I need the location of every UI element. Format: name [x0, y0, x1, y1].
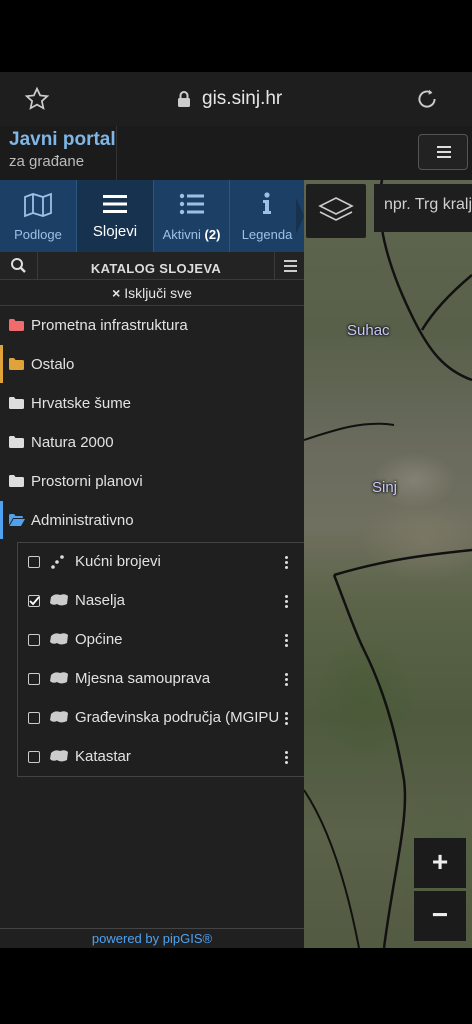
layer-mjesna-samouprava[interactable]: Mjesna samouprava	[18, 660, 305, 699]
folder-open-icon	[9, 514, 25, 526]
polygon-icon	[50, 750, 68, 762]
tab-label: Podloge	[14, 227, 62, 242]
layer-label: Kućni brojevi	[75, 553, 161, 570]
layer-label: Naselja	[75, 592, 126, 609]
folder-label: Hrvatske šume	[31, 395, 132, 412]
sidebar-collapse-arrow[interactable]	[296, 198, 304, 234]
disable-all-label: Isključi sve	[124, 285, 192, 301]
folder-hrvatske-sume[interactable]: Hrvatske šume	[0, 384, 304, 422]
folder-label: Prostorni planovi	[31, 473, 143, 490]
boundary-lines	[304, 180, 472, 948]
tab-slojevi[interactable]: Slojevi	[76, 180, 153, 252]
place-label-sinj: Sinj	[372, 479, 398, 496]
tab-label: Slojevi	[92, 223, 138, 240]
info-icon	[263, 192, 271, 214]
tab-aktivni[interactable]: Aktivni (2)	[153, 180, 229, 252]
layers-sidebar: Podloge Slojevi Aktivni (2) Legenda KATA…	[0, 180, 304, 948]
folder-icon	[9, 319, 24, 331]
folder-prometna-infrastruktura[interactable]: Prometna infrastruktura	[0, 306, 304, 344]
sidebar-tabs: Podloge Slojevi Aktivni (2) Legenda	[0, 180, 304, 259]
layer-checkbox[interactable]	[28, 751, 40, 763]
powered-by-link[interactable]: powered by pipGIS®	[0, 928, 304, 948]
polygon-icon	[50, 633, 68, 645]
list-icon	[179, 193, 204, 215]
hamburger-icon	[284, 260, 297, 262]
layer-options-icon[interactable]	[280, 672, 292, 688]
layer-kucni-brojevi[interactable]: Kućni brojevi	[18, 543, 305, 582]
layer-options-icon[interactable]	[280, 633, 292, 649]
layer-checkbox[interactable]	[28, 712, 40, 724]
portal-subtitle: za građane	[9, 153, 85, 170]
zoom-out-button[interactable]: −	[414, 891, 466, 941]
map-search-input[interactable]: npr. Trg kralja	[374, 184, 472, 232]
folder-label: Natura 2000	[31, 434, 114, 451]
polygon-icon	[50, 672, 68, 684]
layer-label: Katastar	[75, 748, 131, 765]
folder-label: Ostalo	[31, 356, 75, 373]
folder-administrativno[interactable]: Administrativno	[0, 501, 304, 539]
browser-url-bar: gis.sinj.hr	[0, 72, 472, 126]
polygon-icon	[50, 711, 68, 723]
catalog-header: KATALOG SLOJEVA	[0, 252, 304, 280]
url-domain[interactable]: gis.sinj.hr	[202, 88, 282, 110]
layer-checkbox[interactable]	[28, 673, 40, 685]
layer-checkbox[interactable]	[28, 556, 40, 568]
folder-label: Administrativno	[31, 512, 134, 529]
layer-label: Građevinska područja (MGIPU)	[75, 709, 279, 726]
zoom-in-button[interactable]: +	[414, 838, 466, 888]
folder-icon	[9, 436, 24, 448]
hamburger-menu-button[interactable]	[418, 134, 468, 170]
catalog-menu-button[interactable]	[274, 252, 304, 280]
layer-checkbox-checked[interactable]	[28, 595, 40, 607]
basemap-layers-button[interactable]	[306, 184, 366, 238]
polygon-icon	[50, 594, 68, 606]
map-view[interactable]: Suhac Sinj npr. Trg kralja + −	[304, 180, 472, 948]
search-icon	[11, 258, 26, 273]
folder-label: Prometna infrastruktura	[31, 317, 188, 334]
folder-icon	[9, 475, 24, 487]
layer-label: Općine	[75, 631, 123, 648]
folder-natura-2000[interactable]: Natura 2000	[0, 423, 304, 461]
tab-label: Aktivni	[162, 227, 201, 242]
layer-label: Mjesna samouprava	[75, 670, 211, 687]
layer-options-icon[interactable]	[280, 750, 292, 766]
tab-legenda[interactable]: Legenda	[229, 180, 304, 252]
checkmark-icon	[29, 596, 40, 606]
close-icon: ×	[112, 285, 121, 301]
layers-icon	[318, 197, 354, 221]
layer-naselja[interactable]: Naselja	[18, 582, 305, 621]
catalog-title: KATALOG SLOJEVA	[90, 261, 222, 276]
folder-ostalo[interactable]: Ostalo	[0, 345, 304, 383]
layers-list-icon	[103, 195, 127, 213]
hamburger-icon	[437, 146, 451, 148]
layer-checkbox[interactable]	[28, 634, 40, 646]
portal-brand[interactable]: Javni portal za građane	[0, 126, 117, 180]
layer-options-icon[interactable]	[280, 555, 292, 571]
layer-gradevinska-podrucja[interactable]: Građevinska područja (MGIPU)	[18, 699, 305, 738]
folder-prostorni-planovi[interactable]: Prostorni planovi	[0, 462, 304, 500]
reload-icon[interactable]	[414, 86, 440, 112]
lock-icon	[178, 91, 190, 107]
tab-label: Legenda	[241, 227, 293, 242]
administrativno-layer-list: Kućni brojevi Naselja Općine Mjesna samo…	[17, 542, 304, 777]
map-icon	[24, 192, 52, 218]
folder-icon	[9, 397, 24, 409]
layer-opcine[interactable]: Općine	[18, 621, 305, 660]
catalog-search-button[interactable]	[0, 252, 38, 280]
app-header: Javni portal za građane	[0, 126, 472, 180]
layer-options-icon[interactable]	[280, 711, 292, 727]
active-count-badge: (2)	[204, 227, 221, 242]
star-icon[interactable]	[24, 86, 50, 112]
tab-podloge[interactable]: Podloge	[0, 180, 76, 252]
folder-icon	[9, 358, 24, 370]
place-label-suhac: Suhac	[347, 322, 390, 339]
points-icon	[51, 555, 64, 569]
layer-options-icon[interactable]	[280, 594, 292, 610]
layer-katastar[interactable]: Katastar	[18, 738, 305, 777]
portal-title: Javni portal	[9, 129, 116, 150]
disable-all-button[interactable]: × Isključi sve	[0, 281, 304, 306]
